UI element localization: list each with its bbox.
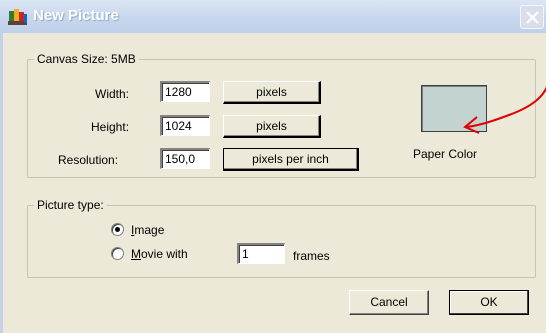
ok-button[interactable]: OK — [449, 290, 529, 315]
paper-color-label: Paper Color — [413, 147, 478, 161]
resolution-label: Resolution: — [58, 153, 119, 167]
resolution-input[interactable]: 150,0 — [160, 148, 210, 169]
picture-type-group: Picture type: — [27, 198, 536, 278]
resolution-unit-button[interactable]: pixels per inch — [223, 148, 359, 171]
picture-type-legend: Picture type: — [37, 198, 104, 212]
close-button[interactable] — [520, 5, 544, 29]
window-title: New Picture — [33, 7, 119, 24]
dialog-body: Canvas Size: 5MB Width: 1280 pixels Heig… — [0, 33, 546, 333]
movie-radio-label[interactable]: Movie with — [131, 247, 188, 261]
height-label: Height: — [91, 120, 130, 134]
width-label: Width: — [95, 87, 130, 101]
cancel-button[interactable]: Cancel — [349, 290, 429, 315]
paint-palette-icon — [8, 8, 28, 25]
width-input[interactable]: 1280 — [160, 81, 210, 102]
canvas-size-legend: Canvas Size: 5MB — [37, 52, 136, 66]
frames-input[interactable]: 1 — [237, 243, 285, 264]
image-radio[interactable] — [111, 223, 124, 236]
frames-label: frames — [293, 249, 330, 263]
image-radio-label[interactable]: Image — [131, 223, 164, 237]
height-unit-button[interactable]: pixels — [223, 115, 321, 138]
annotation-arrow-icon — [463, 86, 546, 134]
width-unit-button[interactable]: pixels — [223, 81, 321, 104]
height-input[interactable]: 1024 — [160, 115, 210, 136]
title-bar[interactable]: New Picture — [0, 0, 546, 33]
movie-radio[interactable] — [111, 247, 124, 260]
close-icon — [526, 11, 539, 24]
radio-selected-dot — [115, 227, 120, 232]
